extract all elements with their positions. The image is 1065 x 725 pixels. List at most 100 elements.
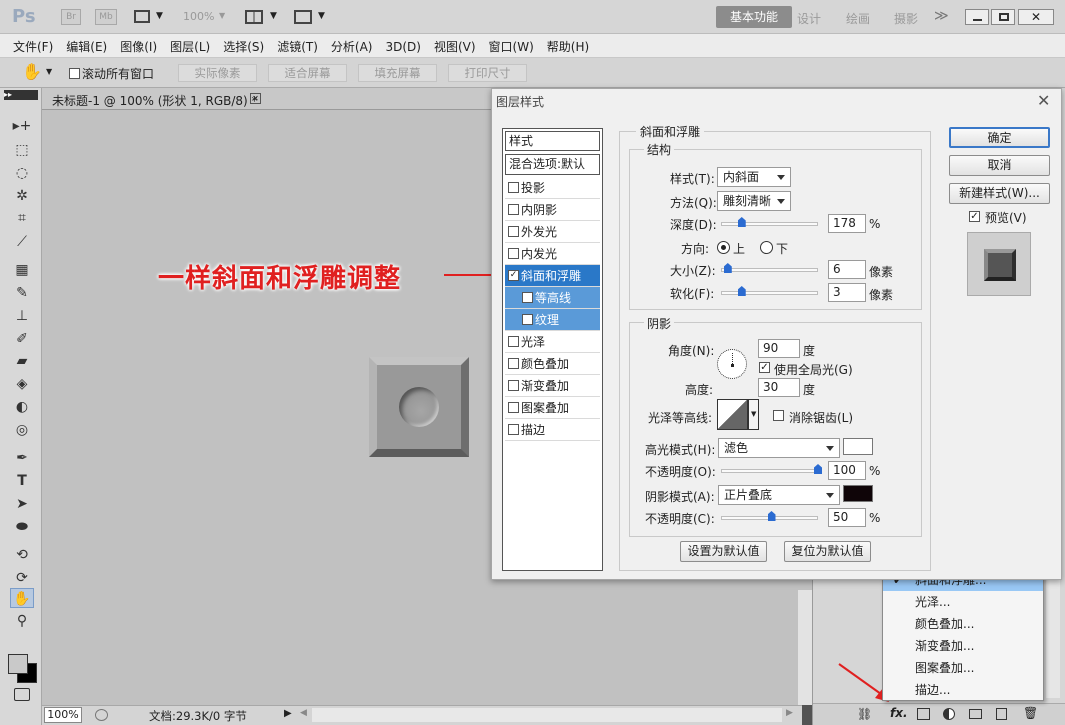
ok-button[interactable]: 确定: [949, 127, 1050, 148]
style-item[interactable]: 外发光: [505, 221, 600, 243]
eyedropper-icon[interactable]: ⟋: [10, 232, 34, 252]
menu-analysis[interactable]: 分析(A): [331, 34, 373, 55]
toolbox-collapse-icon[interactable]: ▸▸: [4, 90, 38, 100]
style-item[interactable]: 颜色叠加: [505, 353, 600, 375]
gloss-contour-dropdown[interactable]: ▼: [748, 399, 759, 430]
healing-brush-icon[interactable]: ▦: [10, 260, 34, 280]
zoom-tool-icon[interactable]: ⚲: [10, 611, 34, 631]
chevron-down-icon[interactable]: ▼: [156, 11, 163, 21]
panel-scrollbar[interactable]: [1046, 568, 1060, 698]
magic-wand-icon[interactable]: ✲: [10, 186, 34, 206]
style-item-checkbox[interactable]: [508, 226, 519, 237]
style-item-checkbox[interactable]: [508, 182, 519, 193]
style-item-checkbox[interactable]: [508, 358, 519, 369]
direction-down-radio[interactable]: [760, 241, 773, 254]
soften-input[interactable]: 3: [828, 283, 866, 302]
stamp-tool-icon[interactable]: ⊥: [10, 306, 34, 326]
style-select[interactable]: 内斜面: [717, 167, 791, 187]
chevron-down-icon[interactable]: ▼: [219, 11, 225, 20]
hand-tool-icon[interactable]: ✋: [22, 62, 42, 81]
style-item-checkbox[interactable]: [508, 424, 519, 435]
hscroll-right-icon[interactable]: ▶: [786, 708, 793, 718]
style-item[interactable]: 描边: [505, 419, 600, 441]
shape-tool-icon[interactable]: ⬬: [10, 517, 34, 537]
size-input[interactable]: 6: [828, 260, 866, 279]
arrange-icon[interactable]: [245, 10, 263, 24]
menu-filter[interactable]: 滤镜(T): [277, 34, 318, 55]
highlight-color-swatch[interactable]: [843, 438, 873, 455]
shadow-color-swatch[interactable]: [843, 485, 873, 502]
lasso-tool-icon[interactable]: ◌: [10, 163, 34, 183]
type-tool-icon[interactable]: T: [10, 471, 34, 491]
hscroll-track[interactable]: [312, 708, 782, 722]
trash-icon[interactable]: 🗑: [1023, 706, 1038, 720]
highlight-opacity-input[interactable]: 100: [828, 461, 866, 480]
fx-menu-pattern-overlay[interactable]: 图案叠加...: [883, 657, 1043, 679]
restore-button[interactable]: [991, 9, 1015, 25]
workspace-photo[interactable]: 摄影: [894, 10, 918, 27]
fx-menu-satin[interactable]: 光泽...: [883, 591, 1043, 613]
move-tool-icon[interactable]: ▸+: [10, 116, 34, 136]
shadow-mode-select[interactable]: 正片叠底: [718, 485, 840, 505]
status-icon[interactable]: [95, 709, 108, 721]
brush-tool-icon[interactable]: ✎: [10, 283, 34, 303]
close-button[interactable]: ✕: [1018, 9, 1054, 25]
depth-input[interactable]: 178: [828, 214, 866, 233]
workspace-design[interactable]: 设计: [797, 10, 821, 27]
highlight-mode-select[interactable]: 滤色: [718, 438, 840, 458]
chevron-down-icon[interactable]: ▼: [318, 11, 325, 21]
style-item-checkbox[interactable]: [508, 336, 519, 347]
set-default-button[interactable]: 设置为默认值: [680, 541, 767, 562]
menu-help[interactable]: 帮助(H): [547, 34, 589, 55]
style-item[interactable]: 渐变叠加: [505, 375, 600, 397]
menu-layer[interactable]: 图层(L): [170, 34, 210, 55]
chevron-down-icon[interactable]: ▼: [46, 67, 52, 76]
hand-tool-icon[interactable]: ✋: [10, 588, 34, 608]
adjustment-layer-icon[interactable]: [943, 708, 955, 720]
pen-tool-icon[interactable]: ✒: [10, 448, 34, 468]
menu-3d[interactable]: 3D(D): [385, 36, 420, 54]
fill-screen-button[interactable]: 填充屏幕: [358, 64, 437, 82]
angle-input[interactable]: 90: [758, 339, 800, 358]
style-item-checkbox[interactable]: [522, 314, 533, 325]
marquee-tool-icon[interactable]: ⬚: [10, 140, 34, 160]
link-layers-icon[interactable]: ⛓: [857, 707, 872, 721]
print-size-button[interactable]: 打印尺寸: [448, 64, 527, 82]
zoom-level[interactable]: 100%: [44, 707, 82, 723]
style-item[interactable]: 内发光: [505, 243, 600, 265]
add-mask-icon[interactable]: [917, 708, 930, 720]
menu-window[interactable]: 窗口(W): [489, 34, 534, 55]
scroll-all-checkbox[interactable]: [69, 68, 80, 79]
style-item[interactable]: 等高线: [505, 287, 600, 309]
style-item-checkbox[interactable]: [508, 204, 519, 215]
styles-header[interactable]: 样式: [505, 131, 600, 151]
shadow-opacity-input[interactable]: 50: [828, 508, 866, 527]
close-tab-icon[interactable]: ✕: [250, 93, 261, 104]
blur-tool-icon[interactable]: ◐: [10, 397, 34, 417]
style-item[interactable]: 投影: [505, 177, 600, 199]
bridge-button[interactable]: Br: [61, 9, 81, 25]
cancel-button[interactable]: 取消: [949, 155, 1050, 176]
path-select-icon[interactable]: ➤: [10, 494, 34, 514]
direction-up-radio[interactable]: [717, 241, 730, 254]
zoom-select[interactable]: 100%: [183, 10, 214, 23]
reset-default-button[interactable]: 复位为默认值: [784, 541, 871, 562]
style-item[interactable]: 纹理: [505, 309, 600, 331]
menu-view[interactable]: 视图(V): [434, 34, 476, 55]
fx-menu-gradient-overlay[interactable]: 渐变叠加...: [883, 635, 1043, 657]
antialias-checkbox[interactable]: [773, 410, 784, 421]
foreground-color-swatch[interactable]: [8, 654, 28, 674]
dialog-close-icon[interactable]: ✕: [1037, 91, 1050, 110]
blend-options-item[interactable]: 混合选项:默认: [505, 154, 600, 175]
technique-select[interactable]: 雕刻清晰: [717, 191, 791, 211]
preview-checkbox[interactable]: ✓: [969, 211, 980, 222]
fx-icon[interactable]: fx.: [890, 706, 908, 720]
soften-slider-track[interactable]: [721, 291, 818, 295]
fx-menu-stroke[interactable]: 描边...: [883, 679, 1043, 701]
menu-file[interactable]: 文件(F): [13, 34, 53, 55]
3d-rotate-icon[interactable]: ⟲: [10, 545, 34, 565]
depth-slider-track[interactable]: [721, 222, 818, 226]
angle-dial[interactable]: [717, 349, 747, 379]
screen-mode-icon[interactable]: [134, 10, 150, 23]
size-slider-track[interactable]: [721, 268, 818, 272]
